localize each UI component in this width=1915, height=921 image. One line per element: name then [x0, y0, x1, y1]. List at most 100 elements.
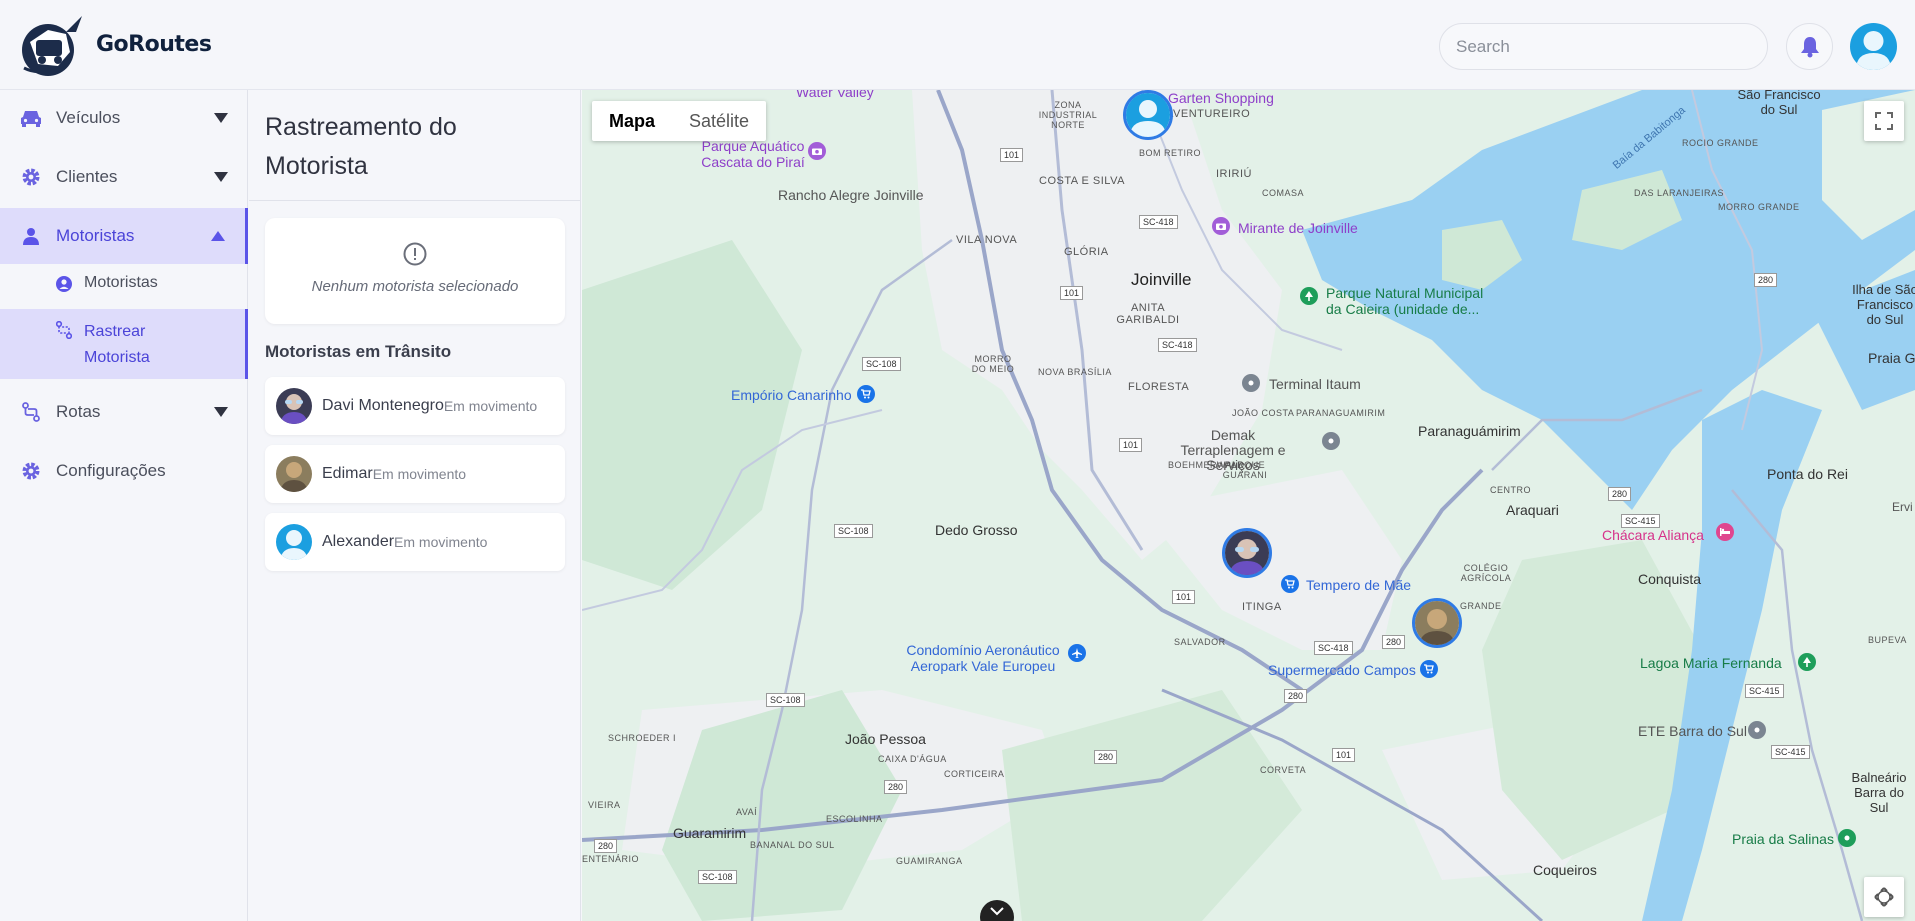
- poi-label-parque-aquatico[interactable]: Parque Aquático Cascata do Piraí: [698, 138, 808, 170]
- road-shield-sc108: SC-108: [862, 357, 901, 371]
- sidebar-item-motoristas[interactable]: Motoristas: [0, 208, 248, 264]
- map-label-paranaguamirim-small: PARANAGUAMIRIM: [1296, 408, 1386, 418]
- driver-marker-davi[interactable]: [1222, 528, 1272, 578]
- shopping-cart-icon[interactable]: [857, 385, 875, 403]
- page-title: Rastreamento do Motorista: [265, 113, 457, 180]
- driver-name: Edimar: [322, 465, 373, 482]
- gear-icon: [20, 166, 42, 188]
- map-view[interactable]: Joinville Dedo Grosso João Pessoa Guaram…: [582, 90, 1915, 921]
- tree-icon[interactable]: [1798, 653, 1816, 671]
- map-label-aventureiro: AVENTUREIRO: [1166, 108, 1251, 120]
- map-label-costa-e-silva: COSTA E SILVA: [1039, 175, 1125, 187]
- bed-icon[interactable]: [1716, 523, 1734, 541]
- airplane-icon[interactable]: [1068, 644, 1086, 662]
- map-type-control: Mapa Satélite: [592, 101, 767, 141]
- empty-state-card: Nenhum motorista selecionado: [265, 218, 565, 324]
- alert-circle-icon: [403, 242, 427, 266]
- map-label-centro: CENTRO: [1490, 485, 1531, 495]
- driver-name: Alexander: [322, 533, 395, 550]
- map-label-morro-grande: MORRO GRANDE: [1718, 202, 1800, 212]
- map-label-joao-pessoa: João Pessoa: [845, 731, 926, 747]
- goroutes-logo-icon[interactable]: [18, 12, 86, 80]
- map-label-grande: GRANDE: [1460, 601, 1502, 611]
- poi-label-supermercado[interactable]: Supermercado Campos: [1268, 662, 1416, 678]
- poi-label-lagoa[interactable]: Lagoa Maria Fernanda: [1640, 655, 1782, 671]
- poi-label-mirante[interactable]: Mirante de Joinville: [1238, 220, 1358, 236]
- map-label-guaramirim: Guaramirim: [673, 825, 747, 841]
- map-label-bom-retiro: BOM RETIRO: [1139, 148, 1202, 158]
- map-label-caixa-dagua: CAIXA D'ÁGUA: [878, 754, 947, 764]
- poi-label-chacara[interactable]: Chácara Aliança: [1602, 527, 1704, 543]
- user-avatar[interactable]: [1850, 23, 1897, 70]
- map-label-bananal: BANANAL DO SUL: [750, 840, 835, 850]
- sidebar-item-configuracoes[interactable]: Configurações: [0, 443, 248, 499]
- location-pin-icon[interactable]: [1748, 721, 1766, 739]
- user-icon: [20, 225, 42, 247]
- poi-label-terminal[interactable]: Terminal Itaum: [1269, 376, 1361, 392]
- sidebar-item-rotas[interactable]: Rotas: [0, 384, 248, 440]
- poi-label-condominio[interactable]: Condomínio Aeronáutico Aeropark Vale Eur…: [898, 642, 1068, 674]
- divider: [249, 200, 581, 201]
- driver-marker-alexander[interactable]: [1123, 90, 1173, 140]
- map-label-conquista: Conquista: [1638, 571, 1702, 587]
- driver-card[interactable]: Davi Montenegro Em movimento: [265, 377, 565, 435]
- fullscreen-button[interactable]: [1864, 101, 1904, 141]
- driver-card[interactable]: Edimar Em movimento: [265, 445, 565, 503]
- sidebar-subitem-rastrear-motorista[interactable]: Rastrear Motorista: [0, 309, 248, 379]
- driver-card[interactable]: Alexander Em movimento: [265, 513, 565, 571]
- search-input[interactable]: [1439, 23, 1768, 70]
- location-pin-icon[interactable]: [1322, 432, 1340, 450]
- map-label-anita: ANITA GARIBALDI: [1116, 302, 1180, 326]
- chevron-up-icon: [211, 231, 225, 241]
- map-label-nova-brasilia: NOVA BRASÍLIA: [1038, 367, 1112, 377]
- road-shield-101: 101: [1332, 748, 1356, 762]
- road-shield-sc108: SC-108: [698, 870, 737, 884]
- chevron-down-icon: [214, 407, 228, 417]
- poi-label-rancho[interactable]: Rancho Alegre Joinville: [778, 187, 924, 203]
- camera-icon[interactable]: [808, 142, 826, 160]
- camera-control-button[interactable]: [1864, 877, 1904, 917]
- map-type-mapa-button[interactable]: Mapa: [592, 101, 672, 141]
- road-shield-101: 101: [1172, 590, 1196, 604]
- poi-label-praia-salinas[interactable]: Praia da Salinas: [1732, 831, 1834, 847]
- road-shield-280: 280: [1382, 635, 1406, 649]
- road-shield-sc415: SC-415: [1771, 745, 1810, 759]
- driver-marker-edimar[interactable]: [1412, 598, 1462, 648]
- location-pin-icon[interactable]: [1242, 374, 1260, 392]
- sidebar-item-clientes[interactable]: Clientes: [0, 149, 248, 205]
- poi-label-emporio[interactable]: Empório Canarinho: [731, 387, 852, 403]
- sidebar-item-veiculos[interactable]: Veículos: [0, 90, 248, 146]
- road-shield-sc108: SC-108: [766, 693, 805, 707]
- sidebar: Veículos Clientes Motoristas Motoristas …: [0, 90, 248, 921]
- location-pin-icon[interactable]: [1838, 829, 1856, 847]
- road-shield-280: 280: [1284, 689, 1308, 703]
- poi-label-garten[interactable]: Garten Shopping: [1168, 90, 1274, 106]
- map-label-zona-industrial: ZONA INDUSTRIAL NORTE: [1038, 100, 1098, 130]
- poi-label-ete[interactable]: ETE Barra do Sul: [1638, 723, 1747, 739]
- map-label-vieira: VIEIRA: [588, 800, 621, 810]
- camera-icon[interactable]: [1212, 217, 1230, 235]
- sidebar-item-label: Veículos: [56, 108, 121, 127]
- map-base: [582, 90, 1915, 921]
- map-label-itinga: ITINGA: [1242, 601, 1282, 613]
- map-label-salvador: SALVADOR: [1174, 637, 1226, 647]
- map-label-escolinha: ESCOLINHA: [826, 814, 883, 824]
- poi-label-parque-natural[interactable]: Parque Natural Municipal da Caieira (uni…: [1326, 285, 1496, 317]
- poi-label-demak[interactable]: Demak Terraplenagem e Serviços: [1178, 428, 1288, 473]
- poi-label-water-valley[interactable]: Water Valley: [796, 90, 874, 100]
- sidebar-subitem-label: Motoristas: [84, 274, 158, 291]
- road-shield-sc415: SC-415: [1745, 684, 1784, 698]
- map-type-satelite-button[interactable]: Satélite: [672, 101, 766, 141]
- section-title: Motoristas em Trânsito: [265, 342, 452, 361]
- driver-status: Em movimento: [372, 466, 467, 482]
- notifications-button[interactable]: [1786, 23, 1833, 70]
- road-shield-280: 280: [1754, 273, 1778, 287]
- road-shield-280: 280: [1094, 750, 1118, 764]
- tree-icon[interactable]: [1300, 287, 1318, 305]
- poi-label-tempero[interactable]: Tempero de Mãe: [1306, 577, 1411, 593]
- sidebar-subitem-motoristas[interactable]: Motoristas: [0, 274, 248, 314]
- shopping-cart-icon[interactable]: [1281, 575, 1299, 593]
- map-label-joao-costa: JOÃO COSTA: [1232, 408, 1295, 418]
- expand-button[interactable]: [980, 900, 1014, 921]
- shopping-cart-icon[interactable]: [1420, 660, 1438, 678]
